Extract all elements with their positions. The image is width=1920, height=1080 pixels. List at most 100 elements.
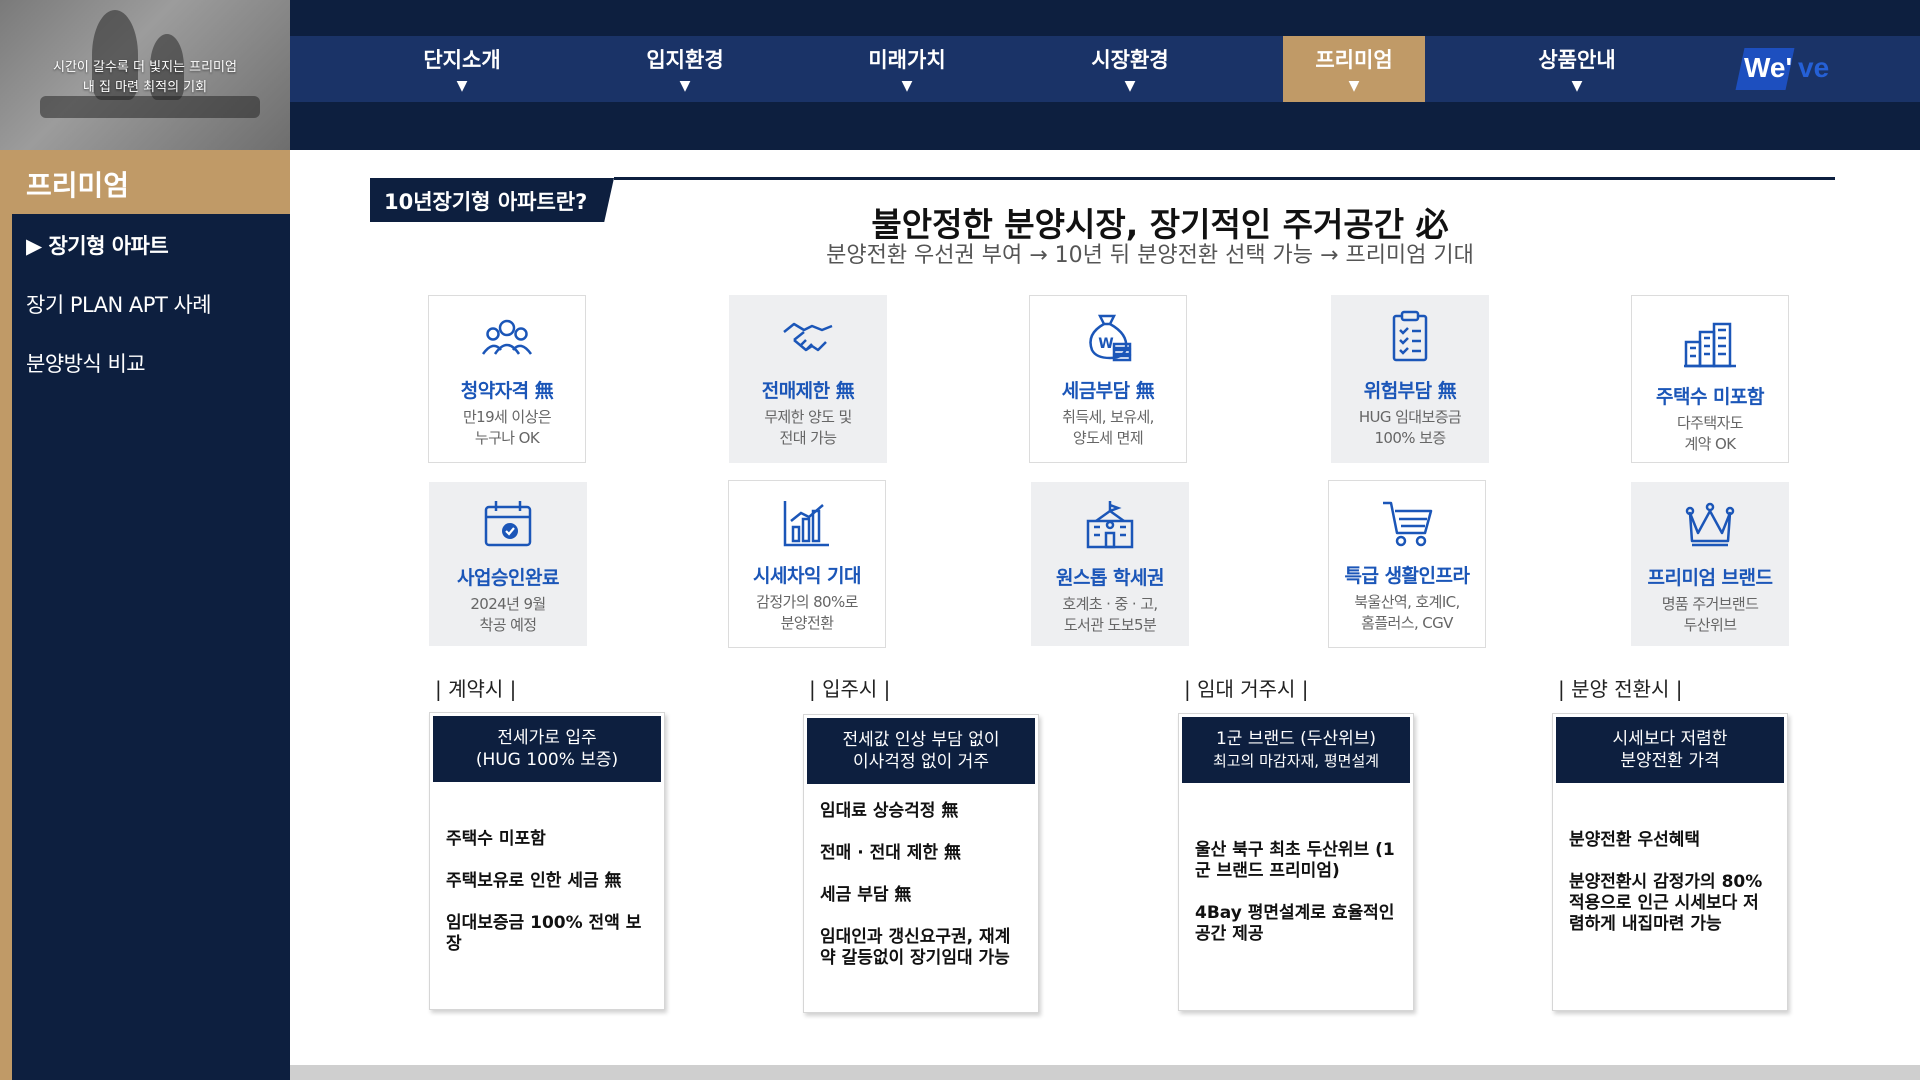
- stage-body: 임대료 상승걱정 無 전매 · 전대 제한 無 세금 부담 無 임대인과 갱신요…: [804, 787, 1038, 969]
- caret-down-icon: ▼: [901, 78, 913, 94]
- handshake-icon: [783, 322, 833, 352]
- caret-down-icon: ▼: [1571, 78, 1583, 94]
- bar-chart-icon: [783, 501, 829, 547]
- nav-item-complex-intro[interactable]: 단지소개 ▼: [391, 36, 533, 102]
- weve-logo[interactable]: We' ve: [1735, 44, 1840, 94]
- nav-item-product-info[interactable]: 상품안내 ▼: [1506, 36, 1648, 102]
- money-bag-icon: W: [1089, 314, 1132, 362]
- stage-head-line1: 1군 브랜드 (두산위브): [1215, 729, 1376, 749]
- stage-point: 전매 · 전대 제한 無: [820, 843, 961, 863]
- stage-point: 4Bay 평면설계로 효율적인 공간 제공: [1195, 903, 1395, 944]
- nav-label: 시장환경: [1091, 48, 1169, 72]
- stage-point: 임대료 상승걱정 無: [820, 801, 959, 821]
- stage-head-line2: (HUG 100% 보증): [475, 750, 619, 770]
- card-title: 위험부담 無: [1363, 380, 1457, 402]
- stage-label-rental: | 임대 거주시 |: [1184, 677, 1309, 701]
- stage-head-line1: 전세가로 입주: [497, 728, 597, 748]
- calendar-check-icon: [484, 501, 532, 547]
- main-content: 10년장기형 아파트란? 불안정한 분양시장, 장기적인 주거공간 必 분양전환…: [290, 150, 1920, 1065]
- logo-text: We': [1744, 52, 1793, 83]
- people-icon: [481, 319, 533, 355]
- feature-card-project-approval: 사업승인완료 2024년 9월 착공 예정: [429, 482, 587, 646]
- stage-point: 임대보증금 100% 전액 보장: [446, 913, 642, 954]
- svg-text:W: W: [1098, 336, 1113, 352]
- subline-text: 분양전환 우선권 부여 → 10년 뒤 분양전환 선택 가능 → 프리미엄 기대: [826, 243, 1474, 268]
- sidebar-title: 프리미엄: [12, 150, 290, 214]
- card-desc: 취득세, 보유세,: [1062, 408, 1154, 426]
- feature-card-school-district: 원스톱 학세권 호계초 · 중 · 고, 도서관 도보5분: [1031, 482, 1189, 646]
- card-desc: 도서관 도보5분: [1063, 616, 1157, 634]
- stage-head: 전세가로 입주 (HUG 100% 보증): [430, 713, 664, 785]
- top-navigation: 단지소개 ▼ 입지환경 ▼ 미래가치 ▼ 시장환경 ▼ 프리미엄 ▼ 상품안내 …: [290, 36, 1920, 102]
- buildings-icon: [1684, 322, 1736, 368]
- card-desc: 호계초 · 중 · 고,: [1062, 595, 1158, 613]
- nav-label: 입지환경: [646, 48, 724, 72]
- hero-caption: 시간이 갈수록 더 빛지는 프리미엄 내 집 마련 최적의 기회: [0, 58, 290, 98]
- caret-down-icon: ▼: [1124, 78, 1136, 94]
- card-desc: 전대 가능: [779, 429, 838, 447]
- sidebar-item-long-term-apt[interactable]: ▶ 장기형 아파트: [12, 216, 290, 275]
- stage-head-line2: 이사걱정 없이 거주: [853, 752, 989, 772]
- card-desc: 2024년 9월: [470, 595, 546, 613]
- stage-head: 전세값 인상 부담 없이 이사걱정 없이 거주: [804, 715, 1038, 787]
- feature-card-risk: 위험부담 無 HUG 임대보증금 100% 보증: [1331, 295, 1489, 463]
- stage-box-conversion: 시세보다 저렴한 분양전환 가격 분양전환 우선혜택 분양전환시 감정가의 80…: [1552, 713, 1788, 1011]
- card-title: 프리미엄 브랜드: [1647, 567, 1773, 589]
- caret-down-icon: ▼: [456, 78, 468, 94]
- card-desc: 감정가의 80%로: [756, 593, 858, 611]
- stage-label-conversion: | 분양 전환시 |: [1558, 677, 1683, 701]
- nav-item-market[interactable]: 시장환경 ▼: [1059, 36, 1201, 102]
- logo-text-suffix: ve: [1798, 52, 1830, 83]
- feature-card-capital-gain: 시세차익 기대 감정가의 80%로 분양전환: [728, 480, 886, 648]
- sidebar-item-sale-method-compare[interactable]: 분양방식 비교: [12, 334, 290, 393]
- feature-card-housing-count: 주택수 미포함 다주택자도 계약 OK: [1631, 295, 1789, 463]
- stage-point: 울산 북구 최초 두산위브 (1군 브랜드 프리미엄): [1195, 840, 1395, 881]
- stage-box-contract: 전세가로 입주 (HUG 100% 보증) 주택수 미포함 주택보유로 인한 세…: [429, 712, 665, 1010]
- feature-card-resale: 전매제한 無 무제한 양도 및 전대 가능: [729, 295, 887, 463]
- sidebar: 프리미엄 ▶ 장기형 아파트 장기 PLAN APT 사례 분양방식 비교: [12, 150, 290, 1080]
- card-desc: 두산위브: [1683, 616, 1737, 634]
- stage-body: 분양전환 우선혜택 분양전환시 감정가의 80%적용으로 인근 시세보다 저렴하…: [1553, 786, 1787, 935]
- card-desc: 명품 주거브랜드: [1661, 595, 1759, 613]
- stage-head-line2: 최고의 마감자재, 평면설계: [1212, 752, 1380, 770]
- stage-head: 1군 브랜드 (두산위브) 최고의 마감자재, 평면설계: [1179, 714, 1413, 786]
- card-desc: 홈플러스, CGV: [1361, 614, 1453, 632]
- sidebar-accent-strip: [0, 150, 12, 1080]
- card-title: 주택수 미포함: [1656, 386, 1765, 408]
- cart-icon: [1383, 501, 1433, 547]
- stage-label-contract: | 계약시 |: [435, 677, 517, 701]
- card-desc: 무제한 양도 및: [764, 408, 852, 426]
- nav-item-premium[interactable]: 프리미엄 ▼: [1283, 36, 1425, 102]
- card-desc: 분양전환: [780, 614, 834, 632]
- card-title: 원스톱 학세권: [1056, 567, 1165, 589]
- feature-card-brand: 프리미엄 브랜드 명품 주거브랜드 두산위브: [1631, 482, 1789, 646]
- stage-point: 분양전환시 감정가의 80%적용으로 인근 시세보다 저렴하게 내집마련 가능: [1569, 872, 1763, 934]
- feature-card-tax: W 세금부담 無 취득세, 보유세, 양도세 면제: [1029, 295, 1187, 463]
- card-desc: 다주택자도: [1676, 414, 1744, 432]
- stage-head-line1: 전세값 인상 부담 없이: [842, 730, 1000, 750]
- stage-box-rental: 1군 브랜드 (두산위브) 최고의 마감자재, 평면설계 울산 북구 최초 두산…: [1178, 713, 1414, 1011]
- card-title: 시세차익 기대: [753, 565, 862, 587]
- card-desc: 양도세 면제: [1072, 429, 1144, 447]
- nav-label: 미래가치: [868, 48, 946, 72]
- stage-point: 세금 부담 無: [820, 885, 912, 905]
- card-desc: 계약 OK: [1684, 435, 1736, 453]
- section-divider: [614, 177, 1835, 180]
- caret-down-icon: ▼: [679, 78, 691, 94]
- nav-label: 단지소개: [423, 48, 501, 72]
- nav-item-location[interactable]: 입지환경 ▼: [614, 36, 756, 102]
- feature-card-infrastructure: 특급 생활인프라 북울산역, 호계IC, 홈플러스, CGV: [1328, 480, 1486, 648]
- hero-caption-line2: 내 집 마련 최적의 기회: [82, 80, 208, 95]
- hero-image: 시간이 갈수록 더 빛지는 프리미엄 내 집 마련 최적의 기회: [0, 0, 290, 150]
- feature-card-subscription: 청약자격 無 만19세 이상은 누구나 OK: [428, 295, 586, 463]
- card-title: 사업승인완료: [457, 567, 559, 589]
- sidebar-item-plan-apt-cases[interactable]: 장기 PLAN APT 사례: [12, 275, 290, 334]
- card-desc: 100% 보증: [1374, 429, 1446, 447]
- stage-head: 시세보다 저렴한 분양전환 가격: [1553, 714, 1787, 786]
- nav-item-future-value[interactable]: 미래가치 ▼: [836, 36, 978, 102]
- card-desc: 만19세 이상은: [462, 408, 552, 426]
- stage-body: 울산 북구 최초 두산위브 (1군 브랜드 프리미엄) 4Bay 평면설계로 효…: [1179, 786, 1413, 945]
- checklist-icon: [1392, 310, 1428, 362]
- stage-point: 분양전환 우선혜택: [1569, 830, 1701, 850]
- stage-point: 주택보유로 인한 세금 無: [446, 871, 622, 891]
